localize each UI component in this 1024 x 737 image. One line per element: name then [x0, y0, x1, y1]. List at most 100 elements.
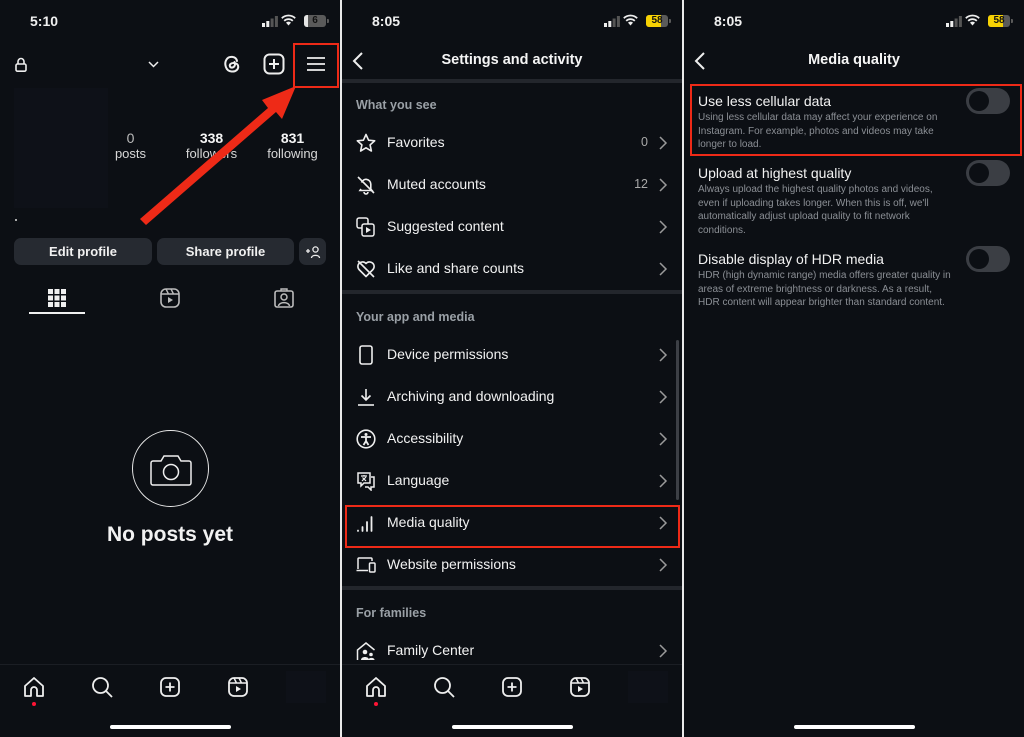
- stat-posts[interactable]: 0 posts: [90, 130, 171, 162]
- wifi-icon: [281, 14, 296, 26]
- highlight-box-use-less-cellular-data: [690, 84, 1022, 156]
- settings-item-like-share-counts[interactable]: Like and share counts: [342, 248, 682, 290]
- tab-reels[interactable]: [142, 282, 198, 314]
- create-post-button[interactable]: [262, 52, 286, 76]
- chevron-right-icon: [659, 136, 668, 150]
- status-time: 8:05: [714, 13, 743, 29]
- settings-item-muted-accounts[interactable]: Muted accounts 12: [342, 164, 682, 206]
- settings-item-accessibility[interactable]: Accessibility: [342, 418, 682, 460]
- reels-icon: [160, 288, 180, 308]
- settings-item-suggested-content[interactable]: Suggested content: [342, 206, 682, 248]
- battery-indicator: 58: [646, 15, 668, 27]
- nav-reels-icon[interactable]: [568, 675, 592, 699]
- section-header: What you see: [356, 98, 437, 112]
- scrollbar[interactable]: [676, 340, 679, 500]
- nav-search-icon[interactable]: [90, 675, 114, 699]
- chevron-right-icon: [659, 390, 668, 404]
- status-bar: 5:10 6: [0, 0, 340, 44]
- settings-item-archiving-downloading[interactable]: Archiving and downloading: [342, 376, 682, 418]
- wifi-icon: [965, 14, 980, 26]
- bottom-navigation: [342, 664, 682, 737]
- chevron-right-icon: [659, 474, 668, 488]
- status-time: 8:05: [372, 13, 401, 29]
- threads-icon[interactable]: [220, 52, 244, 76]
- page-title: Media quality: [808, 52, 900, 68]
- media-quality-screen: 8:05 58 Media quality Use less cellular …: [684, 0, 1024, 737]
- suggested-content-icon: [354, 215, 378, 239]
- star-icon: [354, 131, 378, 155]
- settings-item-favorites[interactable]: Favorites 0: [342, 122, 682, 164]
- settings-item-language[interactable]: Language: [342, 460, 682, 502]
- home-indicator: [110, 725, 231, 729]
- option-upload-highest-quality: Upload at highest quality Always upload …: [698, 165, 933, 236]
- devices-icon: [354, 553, 378, 577]
- edit-profile-button[interactable]: Edit profile: [14, 238, 152, 265]
- heart-off-icon: [354, 257, 378, 281]
- stat-followers[interactable]: 338 followers: [171, 130, 252, 162]
- nav-create-icon[interactable]: [500, 675, 524, 699]
- plus-square-icon: [263, 53, 285, 75]
- cellular-signal-icon: [946, 16, 962, 27]
- tab-posts-grid[interactable]: [29, 282, 85, 314]
- status-time: 5:10: [30, 13, 59, 29]
- option-disable-hdr: Disable display of HDR media HDR (high d…: [698, 251, 951, 309]
- discover-people-button[interactable]: [299, 238, 326, 265]
- share-profile-button[interactable]: Share profile: [157, 238, 294, 265]
- status-bar: 8:05 58: [342, 0, 682, 44]
- page-title: Settings and activity: [441, 52, 583, 68]
- nav-create-icon[interactable]: [158, 675, 182, 699]
- profile-screen: 5:10 6 0 posts 338 followers 831 following …: [0, 0, 340, 737]
- highlight-box-media-quality: [345, 505, 680, 548]
- nav-home-icon[interactable]: [364, 675, 388, 699]
- download-icon: [354, 385, 378, 409]
- empty-state-title: No posts yet: [106, 523, 234, 546]
- chevron-right-icon: [659, 178, 668, 192]
- profile-header: [0, 44, 340, 84]
- status-bar: 8:05 58: [684, 0, 1024, 44]
- grid-icon: [48, 289, 66, 307]
- account-switcher-chevron-down-icon[interactable]: [144, 54, 162, 74]
- nav-profile-avatar[interactable]: [628, 671, 668, 703]
- accessibility-icon: [354, 427, 378, 451]
- nav-profile-avatar[interactable]: [286, 671, 326, 703]
- chevron-right-icon: [659, 432, 668, 446]
- muted-bell-icon: [354, 173, 378, 197]
- settings-screen: 8:05 58 Settings and activity What you s…: [342, 0, 682, 737]
- profile-content-tabs: [0, 282, 340, 316]
- tagged-person-icon: [274, 288, 294, 308]
- phone-icon: [354, 343, 378, 367]
- bottom-navigation: [0, 664, 340, 737]
- favorites-count: 0: [641, 135, 648, 149]
- nav-home-icon[interactable]: [22, 675, 46, 699]
- section-header: For families: [356, 606, 427, 620]
- muted-count: 12: [634, 177, 648, 191]
- home-indicator: [452, 725, 573, 729]
- add-person-icon: [305, 245, 320, 258]
- battery-indicator: 6: [304, 15, 326, 27]
- chevron-right-icon: [659, 558, 668, 572]
- tab-tagged[interactable]: [256, 282, 312, 314]
- notification-dot: [32, 702, 36, 706]
- battery-indicator: 58: [988, 15, 1010, 27]
- stat-following[interactable]: 831 following: [252, 130, 333, 162]
- settings-item-website-permissions[interactable]: Website permissions: [342, 544, 682, 586]
- chevron-right-icon: [659, 220, 668, 234]
- chevron-right-icon: [659, 348, 668, 362]
- section-header: Your app and media: [356, 310, 475, 324]
- language-icon: [354, 469, 378, 493]
- toggle-disable-hdr[interactable]: [966, 246, 1010, 272]
- wifi-icon: [623, 14, 638, 26]
- camera-icon: [132, 430, 209, 507]
- chevron-right-icon: [659, 644, 668, 658]
- highlight-box-menu: [293, 43, 339, 88]
- settings-item-device-permissions[interactable]: Device permissions: [342, 334, 682, 376]
- chevron-right-icon: [659, 262, 668, 276]
- lock-icon: [12, 54, 30, 74]
- nav-reels-icon[interactable]: [226, 675, 250, 699]
- notification-dot: [374, 702, 378, 706]
- family-home-icon: [354, 639, 378, 663]
- toggle-upload-highest-quality[interactable]: [966, 160, 1010, 186]
- home-indicator: [794, 725, 915, 729]
- cellular-signal-icon: [262, 16, 278, 27]
- nav-search-icon[interactable]: [432, 675, 456, 699]
